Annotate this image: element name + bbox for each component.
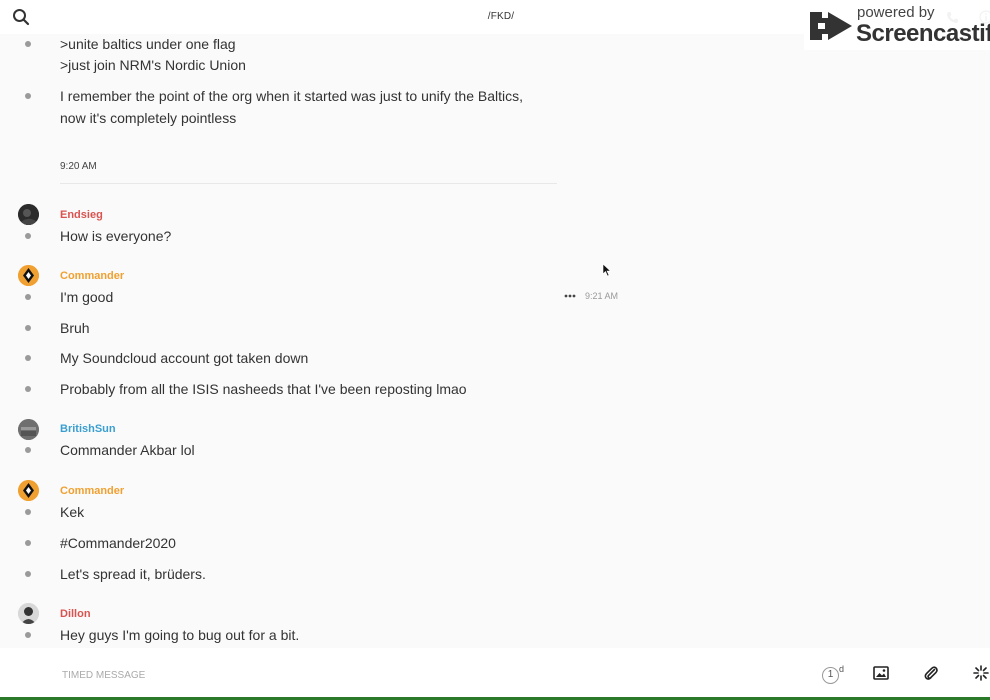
message-text: >unite baltics under one flag	[60, 36, 236, 52]
image-icon[interactable]	[873, 665, 889, 681]
avatar[interactable]	[18, 204, 39, 225]
mouse-cursor-icon	[602, 263, 612, 277]
username[interactable]: Dillon	[60, 608, 91, 620]
sparkle-icon[interactable]	[973, 665, 989, 681]
message-text: Commander Akbar lol	[60, 442, 195, 458]
avatar-image	[18, 204, 39, 225]
time-separator: 9:20 AM	[60, 161, 97, 172]
watermark-line1: powered by	[857, 4, 935, 21]
message-text: I remember the point of the org when it …	[60, 88, 524, 104]
paperclip-icon[interactable]	[923, 665, 939, 681]
avatar-image	[18, 480, 39, 501]
username[interactable]: Commander	[60, 485, 124, 497]
message-bullet	[25, 386, 31, 392]
message-text: now it's completely pointless	[60, 110, 237, 126]
separator-line	[60, 183, 557, 184]
message-bullet	[25, 632, 31, 638]
message-text: How is everyone?	[60, 228, 172, 244]
message-bullet	[25, 233, 31, 239]
message-text: Hey guys I'm going to bug out for a bit.	[60, 627, 300, 643]
message-text: I'm good	[60, 289, 114, 305]
avatar-image	[18, 265, 39, 286]
timer-button[interactable]: 1 d	[820, 664, 846, 686]
message-bullet	[25, 571, 31, 577]
message-bullet	[25, 93, 31, 99]
avatar[interactable]	[18, 265, 39, 286]
avatar[interactable]	[18, 419, 39, 440]
message-bullet	[25, 294, 31, 300]
username[interactable]: Commander	[60, 270, 124, 282]
more-icon[interactable]	[564, 293, 576, 299]
message-text: Probably from all the ISIS nasheeds that…	[60, 381, 467, 397]
username[interactable]: BritishSun	[60, 423, 116, 435]
username[interactable]: Endsieg	[60, 209, 103, 221]
avatar[interactable]	[18, 603, 39, 624]
message-bullet	[25, 355, 31, 361]
avatar-image	[18, 603, 39, 624]
message-bullet	[25, 540, 31, 546]
message-text: #Commander2020	[60, 535, 176, 551]
timer-unit: d	[839, 664, 845, 674]
avatar-image	[18, 419, 39, 440]
message-bullet	[25, 41, 31, 47]
avatar[interactable]	[18, 480, 39, 501]
message-bullet	[25, 509, 31, 515]
message-timestamp: 9:21 AM	[585, 291, 619, 301]
timed-message-input[interactable]	[60, 662, 764, 688]
message-text: >just join NRM's Nordic Union	[60, 57, 246, 73]
message-text: Kek	[60, 504, 85, 520]
message-text: My Soundcloud account got taken down	[60, 350, 309, 366]
message-bullet	[25, 325, 31, 331]
screencastify-watermark: powered by Screencastify	[804, 2, 990, 50]
message-text: Bruh	[60, 320, 90, 336]
message-text: Let's spread it, brüders.	[60, 566, 206, 582]
screencastify-logo-icon	[810, 12, 852, 40]
composer-bar: 1 d	[0, 648, 990, 700]
timer-value: 1	[827, 669, 834, 680]
watermark-line2: Screencastify	[856, 20, 990, 47]
message-bullet	[25, 447, 31, 453]
